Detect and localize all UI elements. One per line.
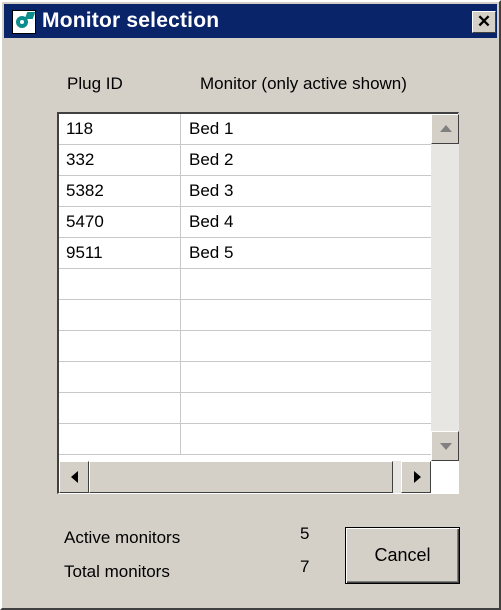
grid-rows: 118 Bed 1 332 Bed 2 5382 Bed 3 5470 Bed 4 9511 Be… <box>59 114 431 461</box>
table-row[interactable]: 332 Bed 2 <box>59 145 431 176</box>
scroll-right-arrow-icon <box>414 471 421 483</box>
monitor-cell[interactable]: Bed 4 <box>182 207 431 237</box>
table-row[interactable]: 118 Bed 1 <box>59 114 431 145</box>
monitor-cell[interactable]: Bed 3 <box>182 176 431 206</box>
monitor-cell[interactable]: Bed 2 <box>182 145 431 175</box>
scroll-left-arrow-icon <box>71 471 78 483</box>
title-bar[interactable]: Monitor selection ✕ <box>4 4 497 38</box>
table-row[interactable]: 5382 Bed 3 <box>59 176 431 207</box>
scroll-corner <box>431 461 459 493</box>
monitor-cell[interactable] <box>182 362 431 392</box>
monitor-cell[interactable]: Bed 1 <box>182 114 431 144</box>
plug-id-cell[interactable] <box>59 362 181 392</box>
table-row[interactable] <box>59 393 431 424</box>
monitor-cell[interactable] <box>182 269 431 299</box>
table-row[interactable] <box>59 424 431 455</box>
monitor-cell[interactable] <box>182 393 431 423</box>
column-header-plug-id: Plug ID <box>67 74 123 93</box>
plug-id-cell[interactable]: 9511 <box>59 238 181 268</box>
cancel-button[interactable]: Cancel <box>345 527 460 584</box>
close-icon: ✕ <box>476 12 492 31</box>
monitor-cell[interactable] <box>182 300 431 330</box>
scroll-down-button[interactable] <box>431 431 459 461</box>
table-row[interactable]: 5470 Bed 4 <box>59 207 431 238</box>
table-row[interactable] <box>59 362 431 393</box>
plug-id-cell[interactable] <box>59 331 181 361</box>
scroll-thumb[interactable] <box>89 461 393 493</box>
monitor-cell[interactable] <box>182 331 431 361</box>
vertical-scrollbar[interactable] <box>431 114 459 461</box>
plug-id-cell[interactable]: 5470 <box>59 207 181 237</box>
plug-id-cell[interactable] <box>59 393 181 423</box>
plug-id-cell[interactable] <box>59 300 181 330</box>
plug-id-cell[interactable] <box>59 269 181 299</box>
close-button[interactable]: ✕ <box>472 11 496 33</box>
scroll-left-button[interactable] <box>59 461 89 493</box>
plug-id-cell[interactable]: 118 <box>59 114 181 144</box>
window-title: Monitor selection <box>42 9 220 32</box>
table-row[interactable] <box>59 300 431 331</box>
monitor-cell[interactable] <box>182 424 431 454</box>
scroll-up-arrow-icon <box>440 125 452 132</box>
scroll-right-button[interactable] <box>401 461 431 493</box>
table-row[interactable] <box>59 331 431 362</box>
plug-id-cell[interactable]: 5382 <box>59 176 181 206</box>
column-header-monitor: Monitor (only active shown) <box>200 74 407 93</box>
active-monitors-label: Active monitors <box>64 528 181 547</box>
plug-id-cell[interactable]: 332 <box>59 145 181 175</box>
scroll-down-arrow-icon <box>440 443 452 450</box>
app-logo-icon <box>12 10 36 34</box>
active-monitors-value: 5 <box>300 524 310 543</box>
monitor-cell[interactable]: Bed 5 <box>182 238 431 268</box>
plug-id-cell[interactable] <box>59 424 181 454</box>
total-monitors-label: Total monitors <box>64 562 170 581</box>
horizontal-scrollbar[interactable] <box>59 461 431 493</box>
table-row[interactable]: 9511 Bed 5 <box>59 238 431 269</box>
table-row[interactable] <box>59 269 431 300</box>
monitor-grid[interactable]: 118 Bed 1 332 Bed 2 5382 Bed 3 5470 Bed 4 9511 Be… <box>57 112 459 494</box>
total-monitors-value: 7 <box>300 557 310 576</box>
scroll-up-button[interactable] <box>431 114 459 144</box>
